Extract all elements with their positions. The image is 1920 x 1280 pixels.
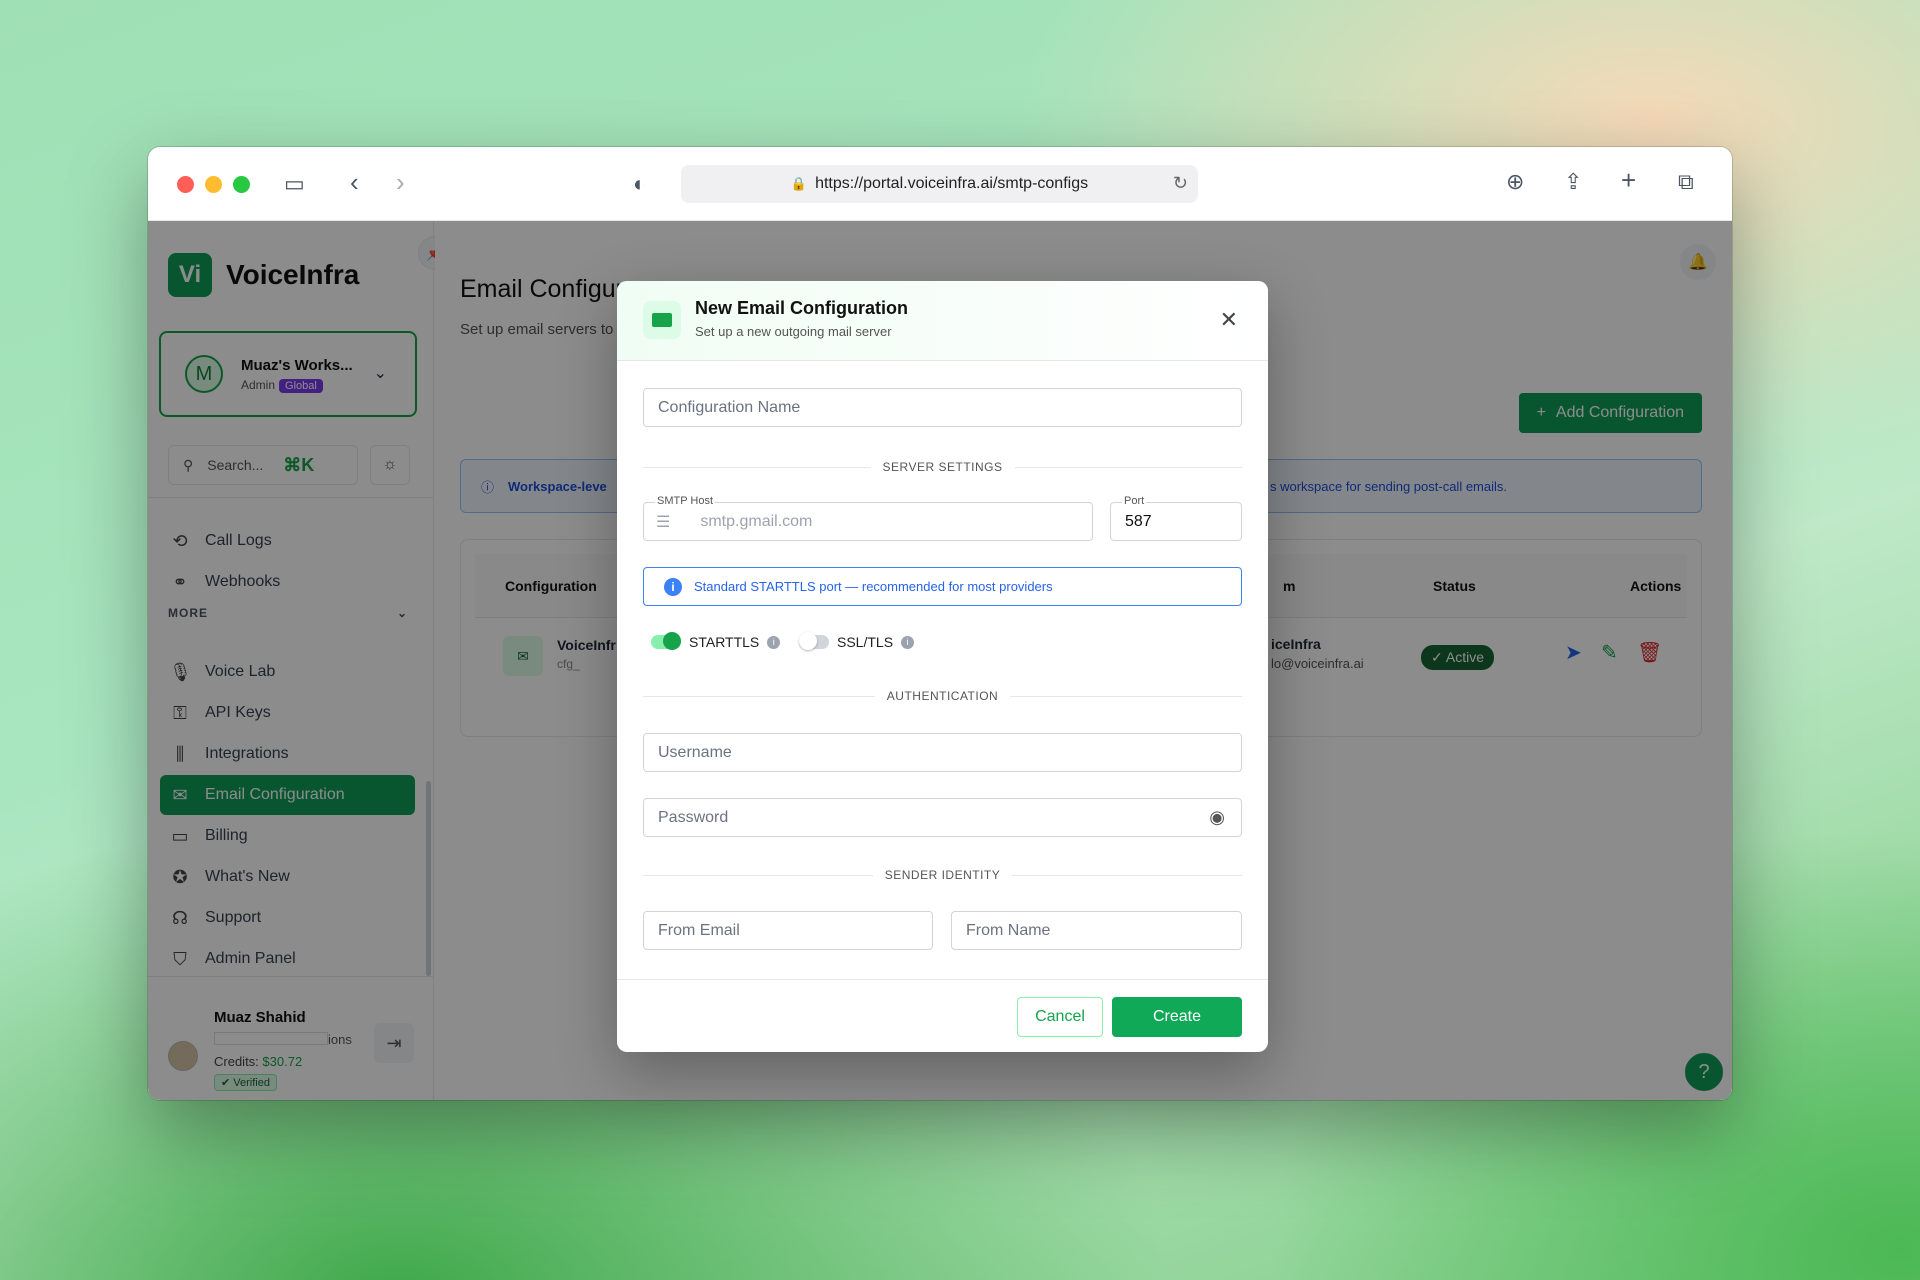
info-icon[interactable]: i xyxy=(901,635,915,649)
ssltls-label: SSL/TLS xyxy=(837,634,894,650)
port-label: Port xyxy=(1122,495,1147,507)
section-label: AUTHENTICATION xyxy=(886,689,999,703)
dialog-header: New Email Configuration Set up a new out… xyxy=(617,281,1268,361)
port-hint-text: Standard STARTTLS port — recommended for… xyxy=(694,579,1053,594)
smtp-host-field[interactable]: ☰ smtp.gmail.com xyxy=(643,502,1093,541)
back-icon[interactable]: ‹ xyxy=(350,169,359,195)
ssltls-switch[interactable] xyxy=(799,632,829,650)
smtp-host-label: SMTP Host xyxy=(655,495,716,507)
lock-icon: 🔒 xyxy=(790,176,808,191)
starttls-switch[interactable] xyxy=(651,632,681,650)
section-label: SENDER IDENTITY xyxy=(884,868,1001,882)
info-icon: i xyxy=(664,577,682,596)
tabs-overview-icon[interactable]: ⧉ xyxy=(1678,171,1694,193)
zoom-window-button[interactable] xyxy=(233,176,250,193)
dialog-footer: Cancel Create xyxy=(617,979,1268,1052)
section-server-settings: SERVER SETTINGS xyxy=(643,459,1243,475)
section-label: SERVER SETTINGS xyxy=(882,460,1003,474)
username-field[interactable]: Username xyxy=(643,733,1242,772)
starttls-toggle[interactable]: STARTTLS i xyxy=(651,632,781,650)
download-icon[interactable]: ⊕ xyxy=(1506,171,1524,193)
browser-toolbar: ▭ ‹ › ◐ 🔒 https://portal.voiceinfra.ai/s… xyxy=(148,147,1732,221)
smtp-host-placeholder: smtp.gmail.com xyxy=(700,512,813,530)
forward-icon[interactable]: › xyxy=(396,169,405,195)
reload-icon[interactable]: ↻ xyxy=(1173,173,1188,194)
cancel-button[interactable]: Cancel xyxy=(1017,997,1103,1037)
close-icon[interactable]: ✕ xyxy=(1220,307,1238,333)
ssltls-toggle[interactable]: SSL/TLS i xyxy=(799,632,915,650)
address-bar[interactable]: 🔒 https://portal.voiceinfra.ai/smtp-conf… xyxy=(681,165,1198,203)
info-icon[interactable]: i xyxy=(767,635,781,649)
from-email-field[interactable]: From Email xyxy=(643,911,933,950)
new-email-configuration-dialog: New Email Configuration Set up a new out… xyxy=(617,281,1268,1052)
configuration-name-field[interactable]: Configuration Name xyxy=(643,388,1242,427)
shield-privacy-icon[interactable]: ◐ xyxy=(633,173,646,195)
dialog-title: New Email Configuration xyxy=(695,298,909,318)
close-window-button[interactable] xyxy=(177,176,194,193)
section-sender-identity: SENDER IDENTITY xyxy=(643,867,1243,883)
section-authentication: AUTHENTICATION xyxy=(643,688,1243,704)
port-hint: i Standard STARTTLS port — recommended f… xyxy=(643,567,1242,606)
sidebar-toggle-icon[interactable]: ▭ xyxy=(284,173,305,195)
starttls-label: STARTTLS xyxy=(689,634,760,650)
share-icon[interactable]: ⇪ xyxy=(1564,171,1582,193)
dialog-subtitle: Set up a new outgoing mail server xyxy=(695,324,892,339)
from-name-field[interactable]: From Name xyxy=(951,911,1242,950)
mail-icon xyxy=(643,301,681,339)
password-field[interactable]: Password ◉ xyxy=(643,798,1242,837)
password-placeholder: Password xyxy=(658,808,729,826)
server-icon: ☰ xyxy=(656,513,671,531)
create-button[interactable]: Create xyxy=(1112,997,1242,1037)
url-text: https://portal.voiceinfra.ai/smtp-config… xyxy=(815,175,1089,192)
new-tab-icon[interactable]: + xyxy=(1621,167,1636,193)
eye-icon[interactable]: ◉ xyxy=(1209,807,1225,828)
port-field[interactable]: 587 xyxy=(1110,502,1242,541)
minimize-window-button[interactable] xyxy=(205,176,222,193)
